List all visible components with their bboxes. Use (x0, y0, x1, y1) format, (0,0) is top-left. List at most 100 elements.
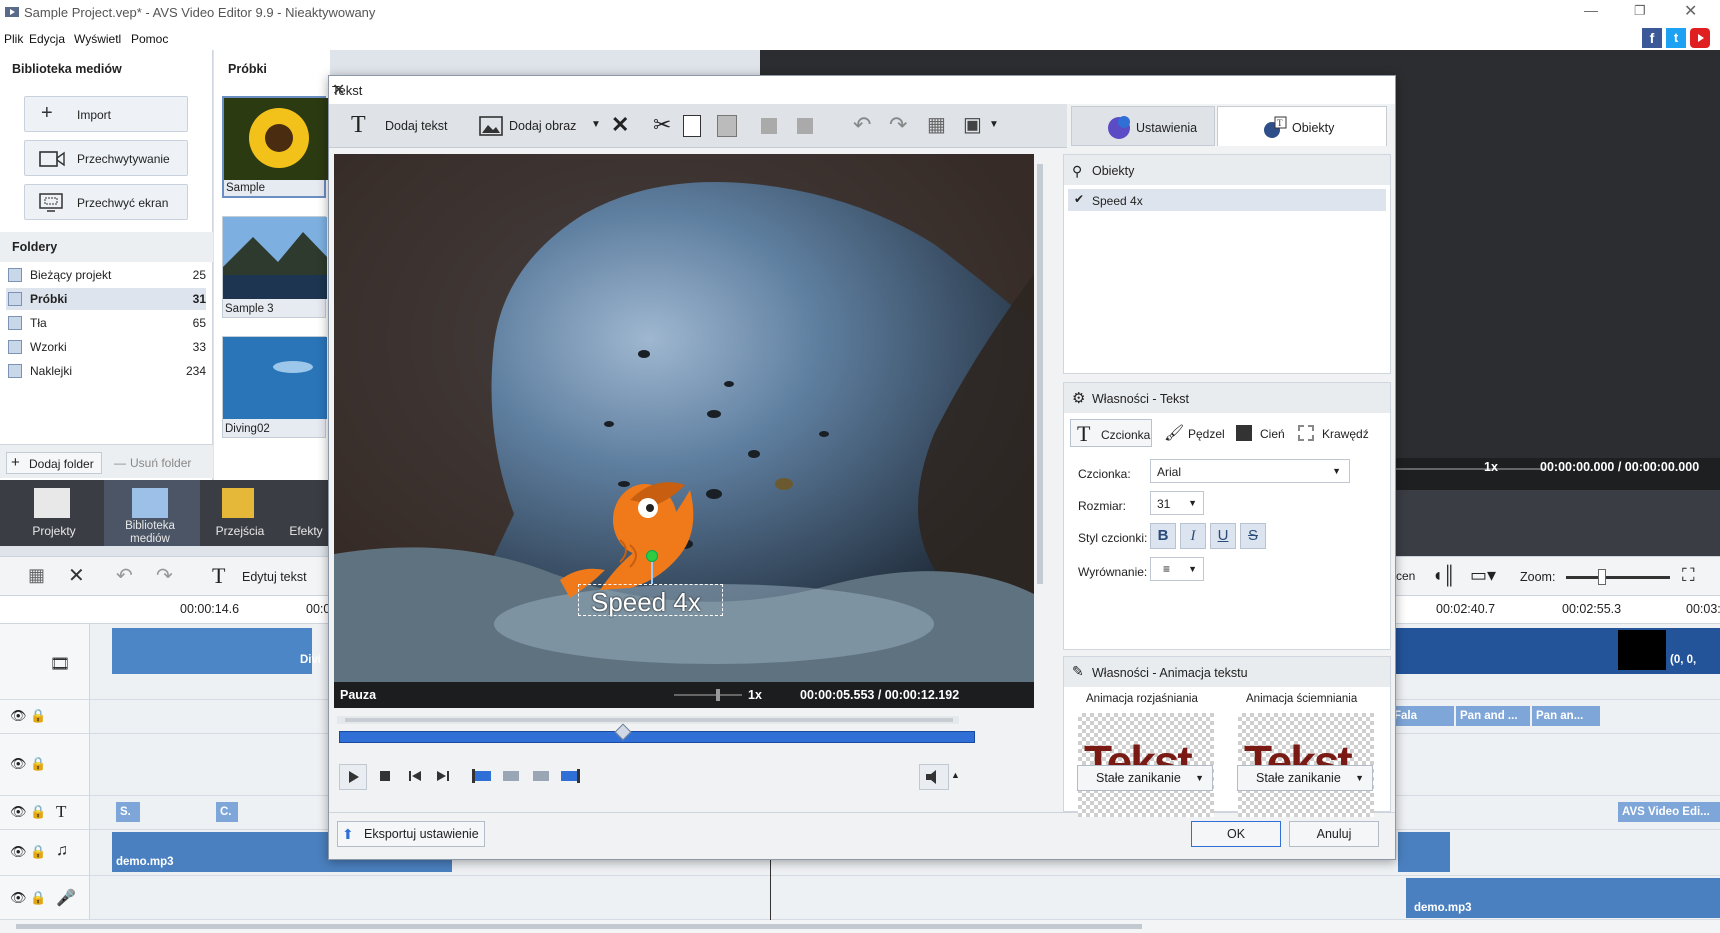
export-settings-button[interactable]: ⬆ Eksportuj ustawienie (337, 821, 485, 847)
undo-icon[interactable]: ↶ (853, 112, 871, 138)
undo-icon[interactable]: ↶ (116, 563, 133, 588)
close-icon[interactable]: ✕ (1684, 1, 1697, 21)
effect-clip[interactable]: Pan an... (1532, 706, 1600, 726)
fish-sticker[interactable] (560, 470, 700, 600)
mark-out-icon[interactable] (555, 764, 583, 790)
lock-icon[interactable]: 🔒 (30, 804, 46, 820)
ok-button[interactable]: OK (1191, 821, 1281, 847)
zoom-handle[interactable] (1598, 569, 1606, 585)
tab-effects[interactable]: Efekty (286, 524, 326, 538)
edit-text-button[interactable]: Edytuj tekst (242, 570, 307, 584)
preview-hscroll[interactable] (337, 716, 959, 724)
next-frame-button[interactable] (431, 764, 455, 790)
redo-icon[interactable]: ↷ (156, 563, 173, 588)
zoom-slider[interactable] (1566, 576, 1670, 579)
menu-pomoc[interactable]: Pomoc (131, 32, 168, 46)
menu-wyswietl[interactable]: Wyświetl (74, 32, 121, 46)
youtube-icon[interactable] (1690, 28, 1710, 48)
audio-mixer-icon[interactable]: ◖║ (1432, 565, 1456, 586)
chevron-down-icon[interactable]: ▼ (989, 119, 999, 130)
italic-button[interactable]: I (1180, 523, 1206, 549)
effect-clip[interactable]: Pan and ... (1456, 706, 1530, 726)
grid-icon[interactable]: ▦ (927, 112, 946, 137)
eye-icon[interactable]: 👁 (10, 708, 27, 724)
delete-object-icon[interactable]: ✕ (611, 112, 629, 138)
play-button[interactable] (339, 764, 367, 790)
eye-icon[interactable]: 👁 (10, 804, 27, 820)
tab-media-library[interactable]: Biblioteka mediów (110, 520, 190, 546)
add-text-button[interactable]: Dodaj tekst (385, 119, 448, 133)
object-list-item[interactable]: ✔ Speed 4x (1068, 189, 1386, 211)
trim-end-icon[interactable] (527, 764, 555, 790)
menu-plik[interactable]: Plik (4, 32, 23, 46)
copy-icon[interactable] (683, 115, 701, 137)
black-clip[interactable] (1618, 630, 1666, 670)
fade-out-select[interactable]: Stałe zanikanie ▼ (1237, 765, 1373, 791)
text-clip[interactable]: AVS Video Edi... (1618, 802, 1720, 822)
cancel-button[interactable]: Anuluj (1289, 821, 1379, 847)
folder-item[interactable]: Wzorki 33 (6, 336, 206, 358)
facebook-icon[interactable]: f (1642, 28, 1662, 48)
bold-button[interactable]: B (1150, 523, 1176, 549)
add-folder-button[interactable]: + Dodaj folder (6, 452, 102, 474)
tab-projects[interactable]: Projekty (26, 524, 82, 538)
audio-clip[interactable] (1398, 832, 1450, 872)
dialog-close-icon[interactable]: ✕ (332, 80, 1383, 100)
folder-item[interactable]: Tła 65 (6, 312, 206, 334)
rotate-handle[interactable] (646, 550, 658, 562)
preview-vscroll[interactable] (1035, 154, 1045, 682)
video-preview[interactable]: Speed 4x (334, 154, 1034, 682)
eye-icon[interactable]: 👁 (10, 756, 27, 772)
import-button[interactable]: + Import (24, 96, 188, 132)
cut-icon[interactable]: ✂ (653, 112, 671, 138)
sample-tile[interactable]: Sample 3 (222, 216, 327, 318)
size-select[interactable]: 31 ▼ (1150, 491, 1204, 515)
minimize-icon[interactable]: — (1584, 2, 1598, 18)
seek-bar[interactable] (339, 731, 975, 743)
lock-icon[interactable]: 🔒 (30, 708, 46, 724)
text-clip[interactable]: S. (116, 802, 140, 822)
fade-in-select[interactable]: Stałe zanikanie ▼ (1077, 765, 1213, 791)
tab-font[interactable]: T Czcionka (1070, 419, 1152, 447)
bring-forward-icon[interactable] (761, 118, 777, 134)
tab-transitions[interactable]: Przejścia (210, 524, 270, 538)
tab-border[interactable]: Krawędź (1296, 419, 1386, 447)
timeline-cursor[interactable] (770, 860, 771, 920)
tab-brush[interactable]: 🖌 Pędzel (1162, 419, 1228, 447)
sample-tile[interactable]: Diving02 (222, 336, 327, 438)
chevron-down-icon[interactable]: ▼ (591, 119, 601, 130)
lock-icon[interactable]: 🔒 (30, 756, 46, 772)
lock-icon[interactable]: 🔒 (30, 890, 46, 906)
effect-clip[interactable]: Fala (1390, 706, 1454, 726)
lock-icon[interactable]: 🔒 (30, 844, 46, 860)
display-mode-icon[interactable]: ▣ (963, 112, 982, 137)
folder-item[interactable]: Naklejki 234 (6, 360, 206, 382)
tab-settings[interactable]: Ustawienia (1071, 106, 1215, 146)
capture-button[interactable]: Przechwytywanie (24, 140, 188, 176)
volume-icon[interactable] (919, 764, 949, 790)
mark-in-icon[interactable] (469, 764, 497, 790)
storyboard-icon[interactable]: ▦ (28, 565, 45, 586)
screen-capture-button[interactable]: Przechwyć ekran (24, 184, 188, 220)
text-clip[interactable]: C. (216, 802, 238, 822)
checkbox-checked-icon[interactable]: ✔ (1074, 192, 1084, 206)
eye-icon[interactable]: 👁 (10, 890, 27, 906)
timeline-scrollbar[interactable] (0, 920, 1720, 933)
main-volume-track[interactable] (1396, 468, 1546, 470)
tab-shadow[interactable]: Cień (1234, 419, 1294, 447)
menu-edycja[interactable]: Edycja (29, 32, 65, 46)
speed-handle[interactable] (716, 689, 720, 701)
display-icon[interactable]: ▭▾ (1470, 565, 1496, 586)
remove-folder-button[interactable]: — Usuń folder (108, 452, 204, 474)
trim-start-icon[interactable] (497, 764, 525, 790)
prev-frame-button[interactable] (403, 764, 427, 790)
text-object-box[interactable]: Speed 4x (578, 584, 723, 617)
folder-item[interactable]: Bieżący projekt 25 (6, 264, 206, 286)
font-select[interactable]: Arial ▼ (1150, 459, 1350, 483)
speed-slider[interactable] (674, 694, 742, 696)
redo-icon[interactable]: ↷ (889, 112, 907, 138)
alignment-select[interactable]: ≡ ▼ (1150, 557, 1204, 581)
send-backward-icon[interactable] (797, 118, 813, 134)
sample-tile[interactable]: Sample (222, 96, 328, 198)
tab-objects[interactable]: T Obiekty (1217, 106, 1387, 146)
